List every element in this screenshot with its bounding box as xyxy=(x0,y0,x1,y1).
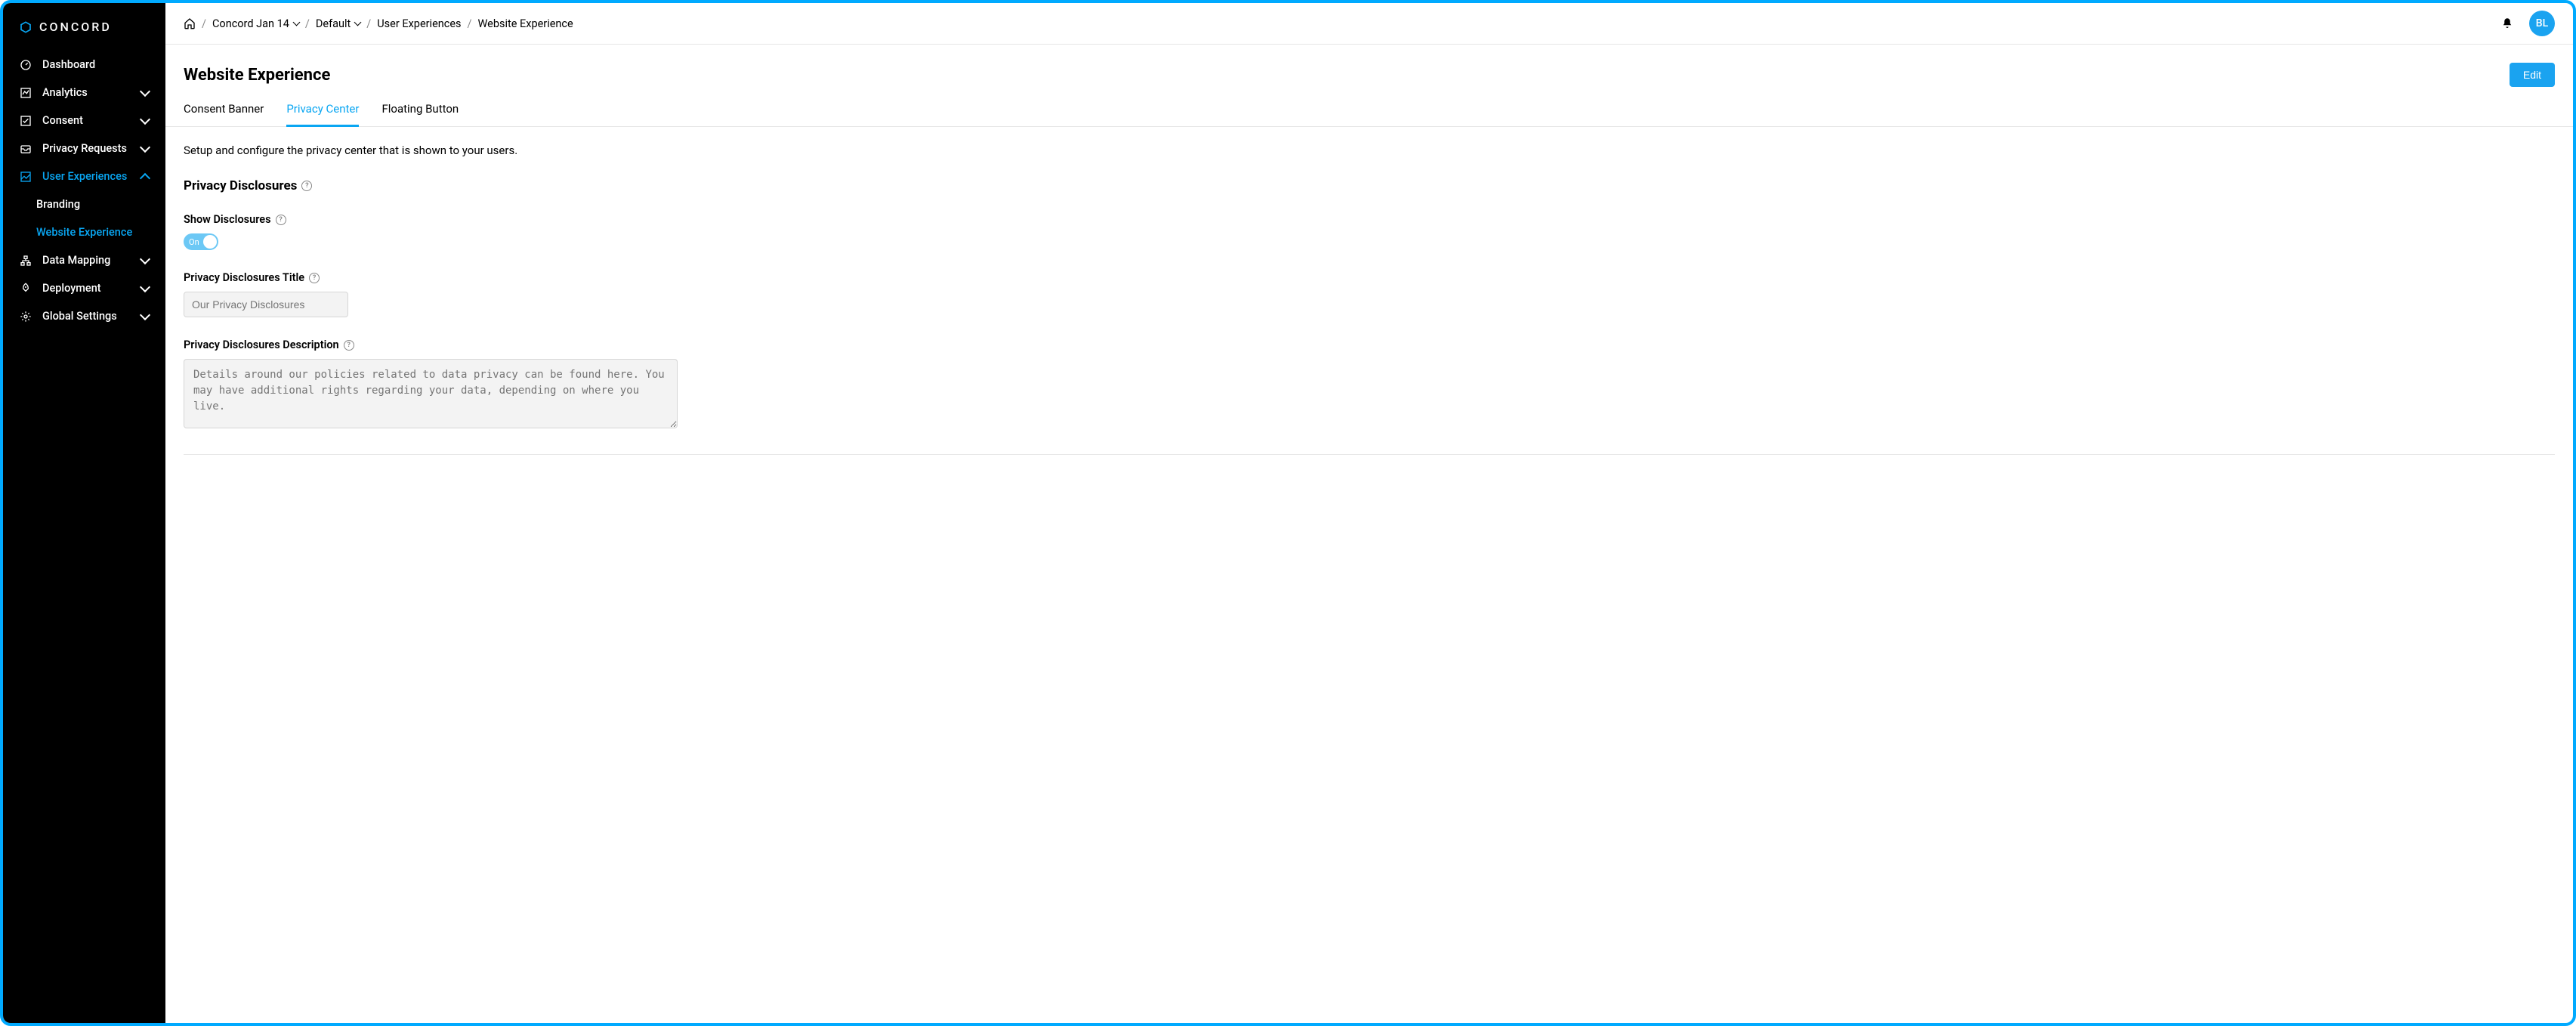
field-show-disclosures: Show Disclosures ? On xyxy=(184,213,2555,250)
breadcrumb-label: User Experiences xyxy=(377,17,461,30)
field-disclosures-title: Privacy Disclosures Title ? xyxy=(184,271,2555,317)
input-disclosures-title[interactable] xyxy=(184,292,348,317)
topbar: / Concord Jan 14 / Default / User Experi… xyxy=(165,3,2573,45)
field-label-text: Privacy Disclosures Title xyxy=(184,271,304,284)
section-title-privacy-disclosures: Privacy Disclosures ? xyxy=(184,178,2555,193)
chevron-down-icon xyxy=(140,309,150,320)
breadcrumb-separator: / xyxy=(468,17,472,30)
sidebar-item-label: Branding xyxy=(36,198,149,211)
topbar-right: BL xyxy=(2500,11,2555,36)
sidebar: CONCORD Dashboard Analytics Consent Priv… xyxy=(3,3,165,1023)
chevron-down-icon xyxy=(140,253,150,264)
breadcrumb-org[interactable]: Concord Jan 14 xyxy=(212,17,299,30)
sidebar-item-label: Dashboard xyxy=(42,58,149,71)
sidebar-subitem-branding[interactable]: Branding xyxy=(3,190,165,218)
breadcrumb: / Concord Jan 14 / Default / User Experi… xyxy=(184,17,573,30)
sidebar-item-consent[interactable]: Consent xyxy=(3,107,165,134)
chevron-down-icon xyxy=(140,281,150,292)
image-icon xyxy=(20,171,32,183)
field-label-disclosures-title: Privacy Disclosures Title ? xyxy=(184,271,2555,284)
field-label-show-disclosures: Show Disclosures ? xyxy=(184,213,2555,226)
tabs: Consent Banner Privacy Center Floating B… xyxy=(165,87,2573,127)
sidebar-item-analytics[interactable]: Analytics xyxy=(3,79,165,107)
breadcrumb-section[interactable]: User Experiences xyxy=(377,17,461,30)
brand-logo[interactable]: CONCORD xyxy=(3,11,165,51)
sidebar-item-global-settings[interactable]: Global Settings xyxy=(3,302,165,330)
home-icon xyxy=(184,17,196,29)
toggle-knob xyxy=(203,235,217,249)
field-label-disclosures-description: Privacy Disclosures Description ? xyxy=(184,338,2555,351)
breadcrumb-home[interactable] xyxy=(184,17,196,29)
toggle-on-label: On xyxy=(189,237,199,247)
breadcrumb-separator: / xyxy=(366,17,371,30)
chevron-up-icon xyxy=(140,172,150,183)
chevron-down-icon xyxy=(140,113,150,124)
sitemap-icon xyxy=(20,255,32,267)
sidebar-item-label: Analytics xyxy=(42,86,131,99)
inbox-icon xyxy=(20,143,32,155)
breadcrumb-label: Website Experience xyxy=(478,17,573,30)
breadcrumb-separator: / xyxy=(202,17,206,30)
sidebar-item-dashboard[interactable]: Dashboard xyxy=(3,51,165,79)
sidebar-item-label: Data Mapping xyxy=(42,254,131,267)
section-divider xyxy=(184,454,2555,455)
gear-icon xyxy=(20,311,32,323)
help-icon[interactable]: ? xyxy=(301,181,312,191)
sidebar-item-label: Privacy Requests xyxy=(42,142,131,155)
textarea-disclosures-description[interactable] xyxy=(184,359,678,428)
avatar-initials: BL xyxy=(2536,17,2548,29)
section-title-text: Privacy Disclosures xyxy=(184,178,297,193)
toggle-show-disclosures[interactable]: On xyxy=(184,233,218,250)
page-title: Website Experience xyxy=(184,66,330,85)
field-label-text: Show Disclosures xyxy=(184,213,271,226)
help-icon[interactable]: ? xyxy=(276,215,286,225)
sidebar-item-label: Deployment xyxy=(42,282,131,295)
edit-button[interactable]: Edit xyxy=(2510,63,2555,87)
breadcrumb-page[interactable]: Website Experience xyxy=(478,17,573,30)
chart-icon xyxy=(20,87,32,99)
tab-consent-banner[interactable]: Consent Banner xyxy=(184,102,264,127)
avatar[interactable]: BL xyxy=(2529,11,2555,36)
sidebar-item-user-experiences[interactable]: User Experiences xyxy=(3,162,165,190)
sidebar-subitem-website-experience[interactable]: Website Experience xyxy=(3,218,165,246)
sidebar-item-data-mapping[interactable]: Data Mapping xyxy=(3,246,165,274)
help-icon[interactable]: ? xyxy=(309,273,320,283)
sidebar-item-label: Consent xyxy=(42,114,131,127)
bell-icon[interactable] xyxy=(2500,16,2514,31)
main-area: / Concord Jan 14 / Default / User Experi… xyxy=(165,3,2573,1023)
brand-name: CONCORD xyxy=(39,20,112,34)
content: Setup and configure the privacy center t… xyxy=(165,127,2573,471)
breadcrumb-env[interactable]: Default xyxy=(316,17,360,30)
concord-logo-icon xyxy=(20,21,32,33)
field-label-text: Privacy Disclosures Description xyxy=(184,338,339,351)
chevron-down-icon xyxy=(354,19,362,26)
field-disclosures-description: Privacy Disclosures Description ? xyxy=(184,338,2555,431)
checkbox-icon xyxy=(20,115,32,127)
rocket-icon xyxy=(20,283,32,295)
sidebar-item-label: Global Settings xyxy=(42,310,131,323)
tab-privacy-center[interactable]: Privacy Center xyxy=(286,102,359,127)
breadcrumb-label: Default xyxy=(316,17,351,30)
chevron-down-icon xyxy=(292,19,300,26)
sidebar-item-deployment[interactable]: Deployment xyxy=(3,274,165,302)
breadcrumb-separator: / xyxy=(305,17,310,30)
help-icon[interactable]: ? xyxy=(344,340,354,351)
sidebar-item-privacy-requests[interactable]: Privacy Requests xyxy=(3,134,165,162)
intro-text: Setup and configure the privacy center t… xyxy=(184,144,2555,157)
chevron-down-icon xyxy=(140,141,150,152)
gauge-icon xyxy=(20,59,32,71)
chevron-down-icon xyxy=(140,85,150,96)
page-header: Website Experience Edit xyxy=(165,45,2573,87)
tab-floating-button[interactable]: Floating Button xyxy=(381,102,459,127)
sidebar-item-label: Website Experience xyxy=(36,226,149,239)
sidebar-item-label: User Experiences xyxy=(42,170,131,183)
breadcrumb-label: Concord Jan 14 xyxy=(212,17,289,30)
